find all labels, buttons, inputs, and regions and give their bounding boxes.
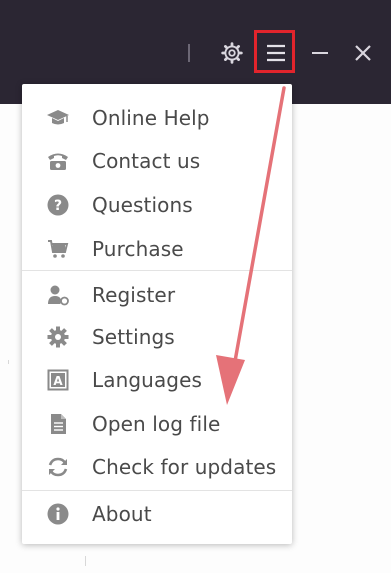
info-circle-icon bbox=[46, 502, 70, 526]
menu-item-label: Online Help bbox=[92, 106, 210, 130]
menu-divider bbox=[22, 490, 292, 491]
titlebar-separator bbox=[188, 44, 190, 62]
language-icon: A bbox=[46, 368, 70, 392]
menu-item-label: Purchase bbox=[92, 237, 184, 261]
menu-item-settings[interactable]: Settings bbox=[22, 315, 292, 359]
menu-button-highlight bbox=[254, 30, 295, 73]
menu-item-languages[interactable]: A Languages bbox=[22, 358, 292, 402]
question-circle-icon: ? bbox=[46, 193, 70, 217]
menu-item-label: Languages bbox=[92, 368, 203, 392]
menu-item-register[interactable]: Register bbox=[22, 273, 292, 317]
menu-item-check-for-updates[interactable]: Check for updates bbox=[22, 445, 292, 489]
menu-item-label: Open log file bbox=[92, 412, 221, 436]
svg-text:A: A bbox=[53, 374, 63, 388]
background-mark bbox=[85, 556, 86, 566]
minimize-button[interactable] bbox=[301, 34, 339, 72]
menu-item-label: About bbox=[92, 502, 152, 526]
shopping-cart-icon bbox=[46, 237, 70, 261]
menu-item-label: Contact us bbox=[92, 149, 201, 173]
menu-item-online-help[interactable]: Online Help bbox=[22, 96, 292, 140]
minimize-icon bbox=[312, 52, 328, 54]
svg-text:?: ? bbox=[54, 198, 62, 214]
menu-item-label: Check for updates bbox=[92, 455, 277, 479]
menu-item-purchase[interactable]: Purchase bbox=[22, 227, 292, 271]
app-window: Online Help Contact us ? Questions Purch… bbox=[0, 0, 391, 573]
settings-button[interactable] bbox=[213, 34, 251, 72]
telephone-icon bbox=[46, 149, 70, 173]
gear-icon bbox=[221, 42, 243, 64]
gear-icon bbox=[46, 325, 70, 349]
menu-item-label: Register bbox=[92, 283, 176, 307]
background-mark bbox=[8, 360, 9, 364]
close-button[interactable] bbox=[344, 34, 382, 72]
menu-item-questions[interactable]: ? Questions bbox=[22, 183, 292, 227]
menu-divider bbox=[22, 270, 292, 271]
graduation-cap-icon bbox=[46, 106, 70, 130]
menu-item-label: Questions bbox=[92, 193, 193, 217]
menu-item-contact-us[interactable]: Contact us bbox=[22, 139, 292, 183]
refresh-icon bbox=[46, 455, 70, 479]
main-dropdown-menu: Online Help Contact us ? Questions Purch… bbox=[22, 84, 292, 544]
close-icon bbox=[355, 45, 371, 61]
menu-item-open-log-file[interactable]: Open log file bbox=[22, 402, 292, 446]
user-register-icon bbox=[46, 283, 70, 307]
document-icon bbox=[46, 412, 70, 436]
menu-item-about[interactable]: About bbox=[22, 492, 292, 536]
menu-item-label: Settings bbox=[92, 325, 175, 349]
